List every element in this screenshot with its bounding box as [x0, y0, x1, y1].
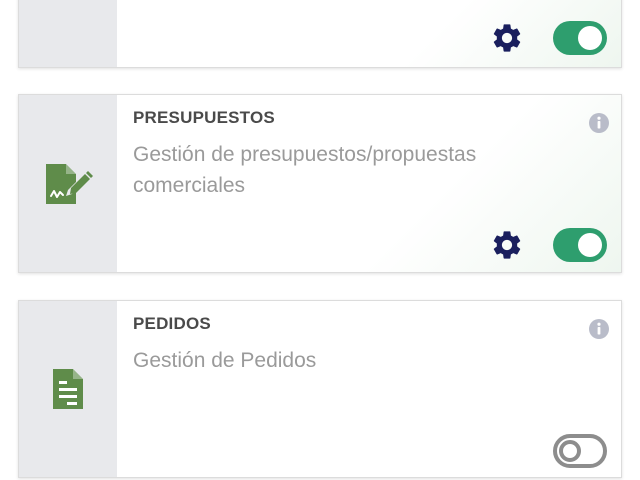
module-title: PRESUPUESTOS [133, 108, 275, 127]
module-description: Gestión de presupuestos/propuestas comer… [133, 143, 477, 197]
info-icon[interactable] [589, 113, 609, 133]
module-toggle[interactable] [553, 434, 607, 468]
order-document-icon [53, 369, 83, 409]
module-card-body [117, 0, 621, 67]
module-title: PEDIDOS [133, 314, 211, 333]
module-card-presupuestos: PRESUPUESTOS Gestión de presupuestos/pro… [18, 94, 622, 273]
signed-document-icon [46, 163, 93, 204]
module-description: Gestión de Pedidos [133, 349, 317, 372]
module-card-body: PRESUPUESTOS Gestión de presupuestos/pro… [117, 95, 621, 272]
module-icon-panel [19, 0, 117, 67]
info-icon[interactable] [589, 319, 609, 339]
module-card-pedidos: PEDIDOS Gestión de Pedidos [18, 300, 622, 478]
module-card [18, 0, 622, 68]
gear-icon[interactable] [490, 228, 524, 262]
gear-icon[interactable] [490, 21, 524, 55]
module-toggle[interactable] [553, 21, 607, 55]
module-icon-panel [19, 301, 117, 477]
toggle-knob [559, 440, 581, 462]
module-toggle[interactable] [553, 228, 607, 262]
module-icon-panel [19, 95, 117, 272]
module-card-body: PEDIDOS Gestión de Pedidos [117, 301, 621, 477]
toggle-knob [578, 233, 602, 257]
toggle-knob [578, 26, 602, 50]
